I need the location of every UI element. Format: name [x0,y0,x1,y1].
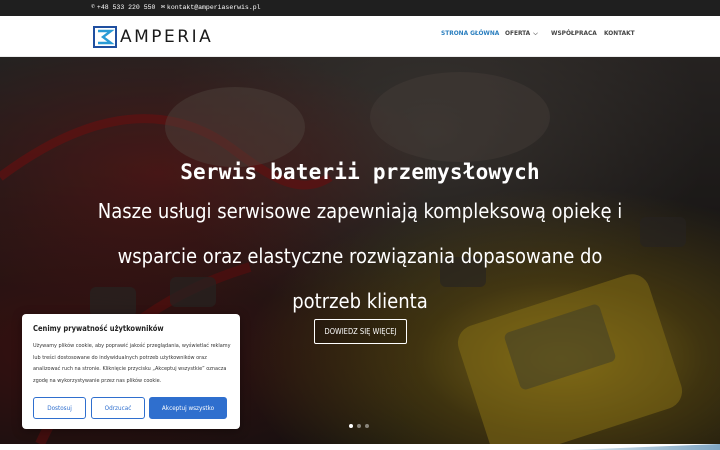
slider-dot-3[interactable] [365,424,369,428]
slider-dots [349,424,373,428]
nav-item-home[interactable]: STRONA GŁÓWNA [441,29,499,37]
phone-contact[interactable]: ✆ +48 533 220 550 [91,4,155,11]
learn-more-button[interactable]: DOWIEDZ SIĘ WIĘCEJ [314,319,407,344]
slider-dot-2[interactable] [357,424,361,428]
amperia-logo-icon [93,26,117,48]
cookie-consent-banner: Cenimy prywatność użytkowników Używamy p… [22,314,240,429]
site-logo[interactable]: AMPERIA [93,26,213,48]
section-divider [0,444,720,450]
cookie-title: Cenimy prywatność użytkowników [33,324,164,333]
cookie-customize-button[interactable]: Dostosuj [33,397,86,419]
nav-item-wspolpraca[interactable]: WSPÓŁPRACA [551,29,597,37]
chevron-down-icon: ⌵ [533,29,538,37]
email-address[interactable]: kontakt@amperiaserwis.pl [167,4,261,11]
nav-item-oferta-label: OFERTA [505,28,531,37]
hero-subtitle: Nasze usługi serwisowe zapewniają komple… [97,199,623,313]
logo-text: AMPERIA [120,27,214,47]
site-header: AMPERIA STRONA GŁÓWNA OFERTA ⌵ WSPÓŁPRACA… [0,16,720,57]
hero-title: Serwis baterii przemysłowych [180,160,540,184]
divider-shape [570,444,720,450]
cookie-text: Używamy plików cookie, aby poprawić jako… [33,343,231,384]
cookie-accept-all-button[interactable]: Akceptuj wszystko [149,397,227,419]
nav-item-kontakt[interactable]: KONTAKT [604,29,635,37]
slider-dot-1[interactable] [349,424,353,428]
top-info-bar: ✆ +48 533 220 550 ✉ kontakt@amperiaserwi… [0,0,720,16]
nav-item-oferta[interactable]: OFERTA ⌵ [505,29,538,38]
phone-number[interactable]: +48 533 220 550 [97,4,156,11]
cookie-reject-button[interactable]: Odrzucać [91,397,145,419]
email-contact[interactable]: ✉ kontakt@amperiaserwis.pl [161,4,261,11]
phone-icon: ✆ [91,3,95,11]
envelope-icon: ✉ [161,3,165,11]
